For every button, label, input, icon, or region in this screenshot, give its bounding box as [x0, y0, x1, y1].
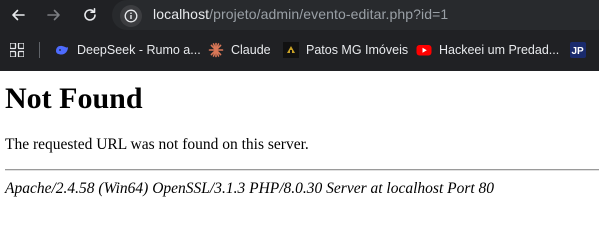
- bookmark-label: Claude: [231, 43, 271, 57]
- site-info-button[interactable]: [120, 5, 142, 27]
- bookmark-label: DeepSeek - Rumo a...: [77, 43, 201, 57]
- patos-imoveis-logo-icon: [283, 42, 299, 58]
- forward-button[interactable]: [44, 5, 64, 25]
- arrow-right-icon: [47, 9, 60, 21]
- bookmark-deepseek[interactable]: DeepSeek - Rumo a...: [54, 40, 201, 60]
- bookmarks-divider: [39, 42, 40, 58]
- claude-sunburst-icon: [208, 42, 224, 58]
- page-content: Not Found The requested URL was not foun…: [0, 82, 599, 198]
- page-title: Not Found: [5, 82, 143, 115]
- url-host: localhost: [153, 6, 210, 22]
- server-signature: Apache/2.4.58 (Win64) OpenSSL/3.1.3 PHP/…: [5, 180, 495, 197]
- jp-logo-icon: JP: [570, 42, 586, 58]
- url-path: /projeto/admin/evento-editar.php?id=1: [209, 6, 449, 22]
- youtube-icon: [416, 42, 432, 58]
- bookmark-label: Hackeei um Predad...: [439, 43, 560, 57]
- svg-text:JP: JP: [572, 46, 585, 57]
- divider: [5, 169, 599, 171]
- url-text[interactable]: localhost/projeto/admin/evento-editar.ph…: [153, 6, 448, 22]
- reload-icon: [84, 8, 96, 21]
- address-bar[interactable]: localhost/projeto/admin/evento-editar.ph…: [112, 0, 599, 30]
- bookmark-patos-imoveis[interactable]: Patos MG Imóveis: [283, 40, 408, 60]
- info-icon: [124, 9, 138, 23]
- bookmarks-bar: DeepSeek - Rumo a... Claude Patos MG Imó…: [0, 36, 599, 64]
- browser-chrome: localhost/projeto/admin/evento-editar.ph…: [0, 0, 599, 71]
- bookmark-claude[interactable]: Claude: [208, 40, 271, 60]
- bookmark-jp[interactable]: JP: [570, 40, 593, 60]
- bookmark-label: Patos MG Imóveis: [306, 43, 409, 57]
- back-button[interactable]: [8, 5, 28, 25]
- reload-button[interactable]: [80, 5, 100, 25]
- browser-toolbar: localhost/projeto/admin/evento-editar.ph…: [0, 0, 599, 30]
- deepseek-whale-icon: [54, 42, 70, 58]
- error-message: The requested URL was not found on this …: [5, 136, 309, 153]
- bookmark-youtube-video[interactable]: Hackeei um Predad...: [416, 40, 559, 60]
- arrow-left-icon: [12, 9, 25, 21]
- apps-grid-icon[interactable]: [10, 43, 24, 57]
